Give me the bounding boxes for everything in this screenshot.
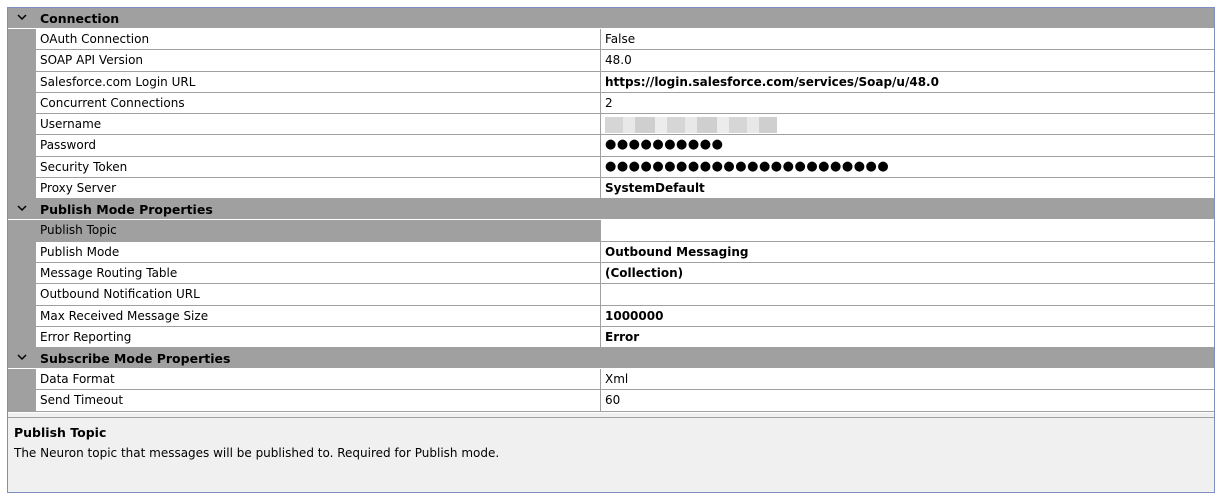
property-name[interactable]: Proxy Server xyxy=(36,178,601,200)
chevron-down-icon[interactable] xyxy=(16,202,28,214)
property-name[interactable]: Security Token xyxy=(36,156,601,179)
row-margin xyxy=(8,178,36,200)
property-value[interactable]: https://login.salesforce.com/services/So… xyxy=(601,71,1214,93)
property-row[interactable]: Username xyxy=(8,114,1214,136)
description-text: The Neuron topic that messages will be p… xyxy=(14,446,500,460)
property-row[interactable]: Message Routing Table (Collection) xyxy=(8,262,1214,285)
row-margin xyxy=(8,156,36,179)
category-label: Publish Mode Properties xyxy=(40,202,213,218)
property-row[interactable]: SOAP API Version 48.0 xyxy=(8,50,1214,72)
property-value[interactable]: (Collection) xyxy=(601,262,1214,285)
property-value[interactable]: False xyxy=(601,29,1214,51)
property-name[interactable]: Username xyxy=(36,114,601,136)
category-label: Subscribe Mode Properties xyxy=(40,351,231,367)
property-row[interactable]: Max Received Message Size 1000000 xyxy=(8,305,1214,327)
property-name[interactable]: OAuth Connection xyxy=(36,29,601,51)
property-name[interactable]: Data Format xyxy=(36,369,601,391)
chevron-down-icon[interactable] xyxy=(16,351,28,363)
category-row[interactable]: Subscribe Mode Properties xyxy=(8,348,1214,370)
chevron-down-icon[interactable] xyxy=(16,11,28,23)
row-margin xyxy=(8,220,36,242)
property-row[interactable]: Salesforce.com Login URL https://login.sa… xyxy=(8,71,1214,93)
description-panel: Publish Topic The Neuron topic that mess… xyxy=(8,417,1214,492)
property-value[interactable]: Error xyxy=(601,326,1214,349)
property-row[interactable]: Outbound Notification URL xyxy=(8,284,1214,306)
row-margin xyxy=(8,71,36,93)
property-name[interactable]: Message Routing Table xyxy=(36,262,601,285)
row-margin xyxy=(8,369,36,391)
property-row[interactable]: Publish Mode Outbound Messaging xyxy=(8,241,1214,263)
property-row[interactable]: Send Timeout 60 xyxy=(8,390,1214,412)
row-margin xyxy=(8,262,36,285)
property-name[interactable]: Concurrent Connections xyxy=(36,92,601,115)
redacted-value xyxy=(605,116,777,133)
property-row[interactable]: Error Reporting Error xyxy=(8,326,1214,349)
property-name[interactable]: Max Received Message Size xyxy=(36,305,601,327)
category-label: Connection xyxy=(40,11,120,26)
row-margin xyxy=(8,390,36,412)
property-value[interactable] xyxy=(601,220,1214,242)
property-row[interactable]: Proxy Server SystemDefault xyxy=(8,178,1214,200)
property-grid: Connection OAuth Connection False SOAP API … xyxy=(8,8,1214,413)
row-margin xyxy=(8,326,36,349)
property-row[interactable]: Password ●●●●●●●●●● xyxy=(8,135,1214,157)
category-row[interactable]: Publish Mode Properties xyxy=(8,199,1214,221)
property-value[interactable]: ●●●●●●●●●● xyxy=(601,135,1214,157)
category-row[interactable]: Connection xyxy=(8,8,1214,29)
property-value[interactable]: 1000000 xyxy=(601,305,1214,327)
row-margin xyxy=(8,135,36,157)
property-row[interactable]: OAuth Connection False xyxy=(8,29,1214,51)
property-name[interactable]: SOAP API Version xyxy=(36,50,601,72)
property-value[interactable]: 2 xyxy=(601,92,1214,115)
property-value[interactable] xyxy=(601,284,1214,306)
row-margin xyxy=(8,92,36,115)
property-value[interactable]: ●●●●●●●●●●●●●●●●●●●●●●●● xyxy=(601,156,1214,179)
property-name[interactable]: Publish Topic xyxy=(36,220,601,242)
property-name[interactable]: Password xyxy=(36,135,601,157)
row-margin xyxy=(8,50,36,72)
property-row[interactable]: Security Token ●●●●●●●●●●●●●●●●●●●●●●●● xyxy=(8,156,1214,179)
description-title: Publish Topic xyxy=(14,425,107,440)
property-value[interactable]: Xml xyxy=(601,369,1214,391)
row-margin xyxy=(8,29,36,51)
row-margin xyxy=(8,241,36,263)
property-name[interactable]: Publish Mode xyxy=(36,241,601,263)
property-row[interactable]: Data Format Xml xyxy=(8,369,1214,391)
property-value[interactable]: 60 xyxy=(601,390,1214,412)
property-name[interactable]: Error Reporting xyxy=(36,326,601,349)
property-name[interactable]: Send Timeout xyxy=(36,390,601,412)
property-name[interactable]: Salesforce.com Login URL xyxy=(36,71,601,93)
property-value[interactable]: Outbound Messaging xyxy=(601,241,1214,263)
property-value[interactable] xyxy=(601,114,1214,136)
property-grid-window: Connection OAuth Connection False SOAP API … xyxy=(7,7,1215,493)
row-margin xyxy=(8,305,36,327)
property-name[interactable]: Outbound Notification URL xyxy=(36,284,601,306)
property-row[interactable]: Concurrent Connections 2 xyxy=(8,92,1214,115)
row-margin xyxy=(8,284,36,306)
property-value[interactable]: 48.0 xyxy=(601,50,1214,72)
property-value[interactable]: SystemDefault xyxy=(601,178,1214,200)
row-margin xyxy=(8,114,36,136)
property-row[interactable]: Publish Topic xyxy=(8,220,1214,242)
